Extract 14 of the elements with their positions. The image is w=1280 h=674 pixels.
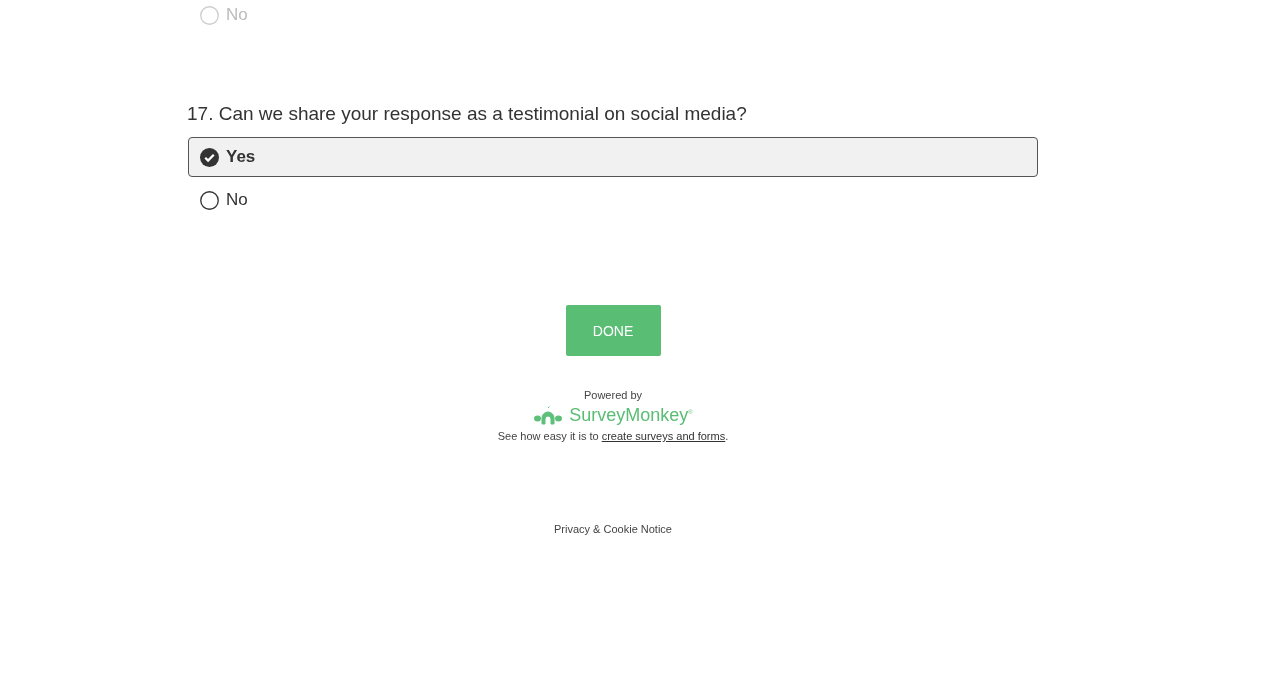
promo-text: See how easy it is to create surveys and forms. <box>497 430 729 442</box>
radio-icon <box>200 190 219 210</box>
monkey-logo-icon <box>533 405 564 426</box>
brand-name: SurveyMonkey$^{®}$ <box>569 405 693 426</box>
checked-radio-icon <box>200 147 219 167</box>
answer-option[interactable]: No <box>188 180 1038 220</box>
powered-by-text: Powered by <box>583 389 643 401</box>
radio-icon <box>200 5 219 25</box>
question-title: 17. Can we share your response as a testimonial on social media? <box>187 103 748 125</box>
option-label: No <box>226 5 248 25</box>
answer-option[interactable]: Yes <box>188 137 1038 177</box>
option-label: Yes <box>226 147 256 167</box>
privacy-link[interactable]: Privacy & Cookie Notice <box>554 523 672 535</box>
option-label: No <box>226 190 248 210</box>
